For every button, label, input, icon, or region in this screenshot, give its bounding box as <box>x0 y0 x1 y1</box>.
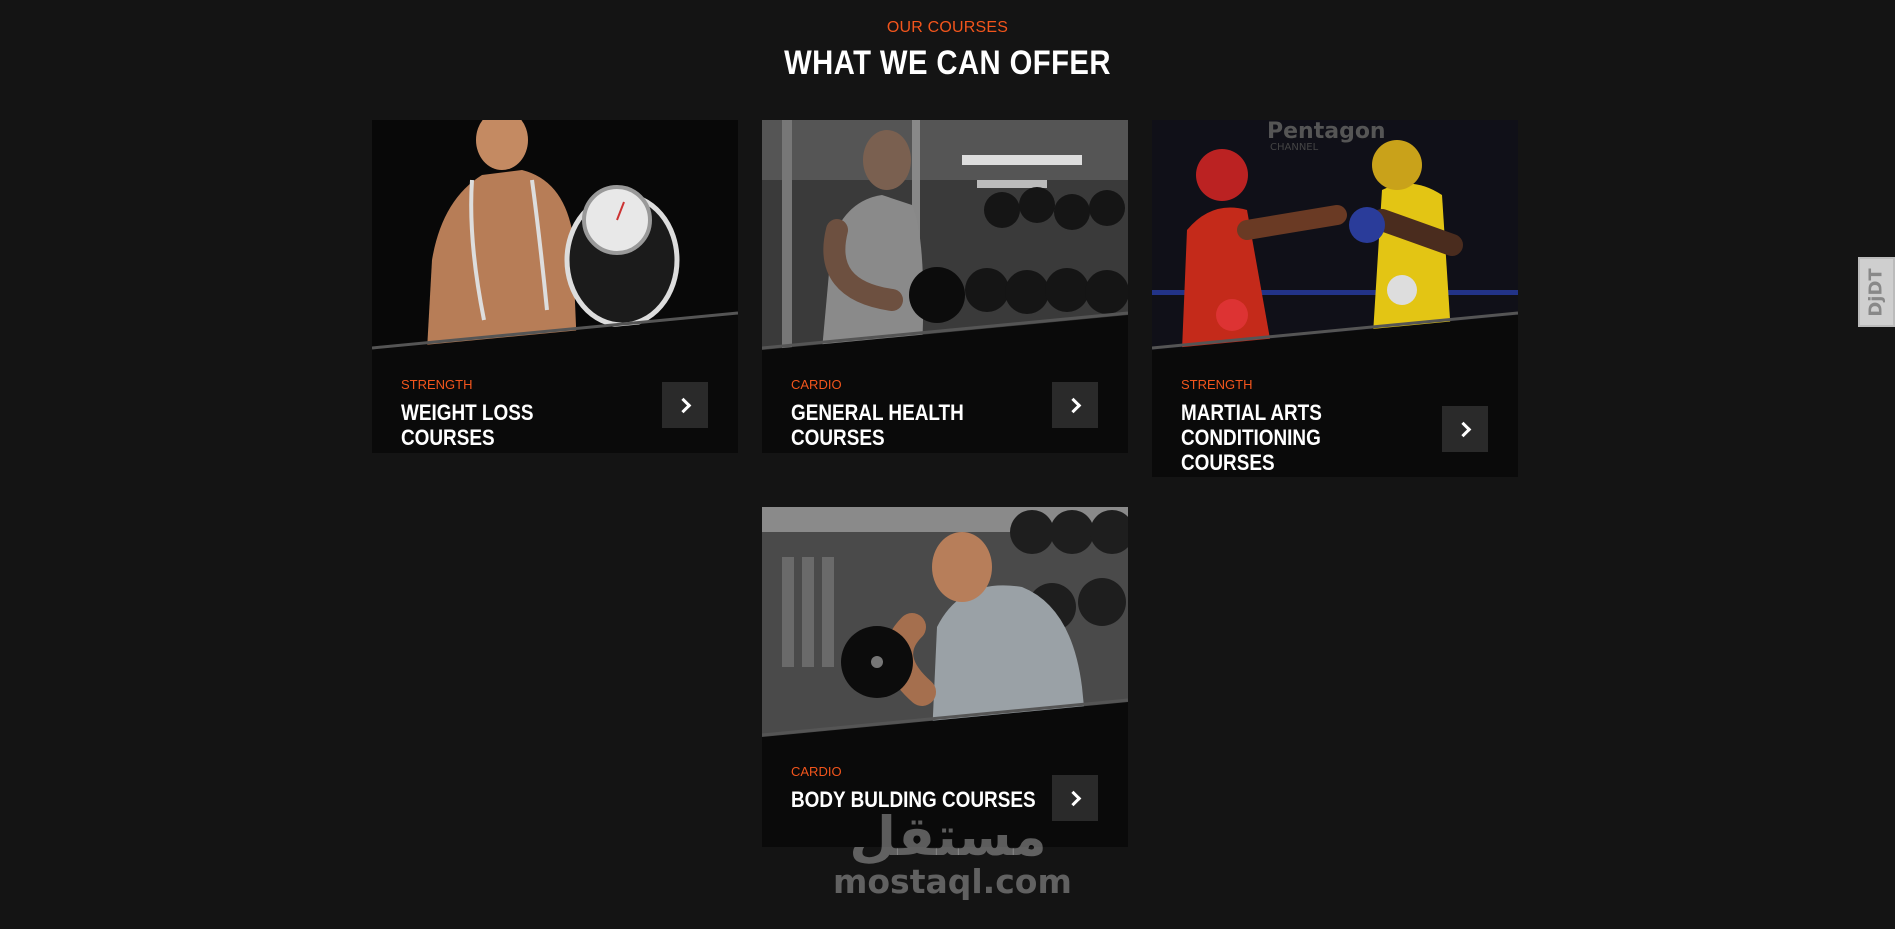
courses-section: OUR COURSES WHAT WE CAN OFFER STRENGTH W… <box>0 0 1895 929</box>
section-label: OUR COURSES <box>886 19 1009 36</box>
card-arrow-button[interactable] <box>1052 382 1098 428</box>
course-card-general-health[interactable]: CARDIO GENERAL HEALTH COURSES <box>762 120 1128 453</box>
debug-toolbar-label: DjDT <box>1866 267 1887 317</box>
section-title: WHAT WE CAN OFFER <box>784 44 1111 82</box>
watermark-latin: mostaql.com <box>833 862 1072 901</box>
watermark-arabic: مستقل <box>849 805 1047 868</box>
card-category: STRENGTH <box>1181 377 1253 392</box>
card-title[interactable]: GENERAL HEALTH COURSES <box>791 400 1015 450</box>
watermark: مستقل mostaql.com <box>833 805 1072 902</box>
chevron-right-icon <box>1065 397 1081 413</box>
card-arrow-button[interactable] <box>1442 406 1488 452</box>
card-image <box>762 507 1128 737</box>
course-card-body-building[interactable]: CARDIO BODY BULDING COURSES <box>762 507 1128 847</box>
card-image <box>762 120 1128 350</box>
chevron-right-icon <box>675 397 691 413</box>
card-image: Pentagon CHANNEL <box>1152 120 1518 350</box>
debug-toolbar-tab[interactable]: DjDT <box>1858 257 1895 327</box>
chevron-right-icon <box>1065 790 1081 806</box>
card-title[interactable]: MARTIAL ARTS CONDITIONING COURSES <box>1181 400 1405 475</box>
course-card-martial-arts[interactable]: Pentagon CHANNEL STRENGTH MARTIAL ARTS C… <box>1152 120 1518 477</box>
course-card-weight-loss[interactable]: STRENGTH WEIGHT LOSS COURSES <box>372 120 738 453</box>
card-image <box>372 120 738 350</box>
svg-text:Pentagon: Pentagon <box>1267 120 1386 144</box>
svg-text:CHANNEL: CHANNEL <box>1270 142 1319 153</box>
card-arrow-button[interactable] <box>662 382 708 428</box>
chevron-right-icon <box>1455 421 1471 437</box>
card-title[interactable]: WEIGHT LOSS COURSES <box>401 400 625 450</box>
